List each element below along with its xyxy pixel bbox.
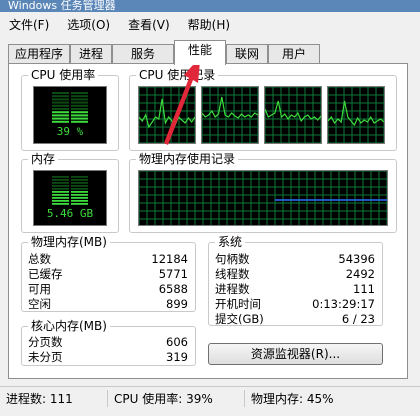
- tab-applications[interactable]: 应用程序: [8, 44, 70, 64]
- cpu-history-graph-3: [264, 86, 322, 144]
- memory-title: 内存: [28, 152, 59, 166]
- stat-row: 空闲 899: [28, 297, 188, 312]
- memory-meter: 5.46 GB: [33, 170, 107, 226]
- stat-row: 未分页 319: [28, 350, 188, 365]
- stat-value: 606: [166, 335, 188, 349]
- memory-history-title: 物理内存使用记录: [136, 152, 239, 166]
- physical-memory-group: 物理内存(MB) 总数 12184 已缓存 5771 可用 6588 空闲 899: [21, 235, 196, 312]
- cpu-usage-group: CPU 使用率 39 %: [21, 68, 119, 151]
- stat-row: 可用 6588: [28, 282, 188, 297]
- system-title: 系统: [215, 235, 246, 249]
- stat-row: 已缓存 5771: [28, 267, 188, 282]
- system-group: 系统 句柄数 54396 线程数 2492 进程数 111 开机时间 0:13:29:1…: [208, 235, 383, 327]
- stat-label: 已缓存: [28, 267, 63, 281]
- menu-bar: 文件(F) 选项(O) 查看(V) 帮助(H): [0, 14, 420, 34]
- memory-value: 5.46 GB: [46, 207, 94, 220]
- stat-label: 可用: [28, 282, 51, 296]
- stat-row: 进程数 111: [215, 282, 375, 297]
- stat-value: 5771: [158, 267, 188, 281]
- stat-value: 899: [166, 297, 188, 311]
- performance-panel: CPU 使用率 39 % CPU 使用记录 内存 5.46 GB 物理内存使用记…: [8, 63, 408, 379]
- stat-row: 线程数 2492: [215, 267, 375, 282]
- stat-label: 提交(GB): [215, 312, 264, 326]
- menu-options[interactable]: 选项(O): [58, 16, 119, 33]
- stat-value: 319: [166, 350, 188, 364]
- stat-label: 空闲: [28, 297, 51, 311]
- stat-value: 54396: [338, 252, 375, 266]
- cpu-usage-meter: 39 %: [33, 86, 107, 144]
- cpu-usage-title: CPU 使用率: [28, 68, 99, 82]
- stat-label: 总数: [28, 252, 51, 266]
- stat-row: 开机时间 0:13:29:17: [215, 297, 375, 312]
- system-stats: 句柄数 54396 线程数 2492 进程数 111 开机时间 0:13:29:17 提…: [215, 252, 375, 327]
- cpu-history-graph-2: [201, 86, 259, 144]
- cpu-history-group: CPU 使用记录: [129, 68, 397, 151]
- stat-label: 开机时间: [215, 297, 261, 311]
- stat-label: 线程数: [215, 267, 250, 281]
- kernel-memory-title: 核心内存(MB): [28, 319, 110, 333]
- tab-services[interactable]: 服务: [112, 44, 174, 64]
- menu-file[interactable]: 文件(F): [0, 16, 58, 33]
- physical-memory-title: 物理内存(MB): [28, 235, 110, 249]
- status-process-count: 进程数: 111: [0, 389, 108, 407]
- stat-value: 6 / 23: [341, 312, 375, 326]
- stat-value: 0:13:29:17: [312, 297, 375, 311]
- tab-strip: 应用程序 进程 服务 性能 联网 用户: [8, 40, 408, 65]
- stat-value: 6588: [158, 282, 188, 296]
- kernel-memory-group: 核心内存(MB) 分页数 606 未分页 319: [21, 319, 196, 366]
- stat-row: 提交(GB) 6 / 23: [215, 312, 375, 327]
- cpu-history-graph-1: [138, 86, 196, 144]
- tab-networking[interactable]: 联网: [226, 44, 268, 64]
- stat-label: 未分页: [28, 350, 63, 364]
- status-physical-memory: 物理内存: 45%: [251, 391, 334, 406]
- window-title: Windows 任务管理器: [0, 0, 420, 12]
- memory-history-graph: [138, 170, 388, 226]
- cpu-history-title: CPU 使用记录: [136, 68, 219, 82]
- memory-group: 内存 5.46 GB: [21, 152, 119, 233]
- cpu-history-graph-4: [327, 86, 385, 144]
- stat-label: 进程数: [215, 282, 250, 296]
- kernel-memory-stats: 分页数 606 未分页 319: [28, 335, 188, 365]
- memory-history-group: 物理内存使用记录: [129, 152, 397, 233]
- tab-performance[interactable]: 性能: [174, 40, 226, 65]
- stat-value: 2492: [345, 267, 375, 281]
- status-bar: 进程数: 111 CPU 使用率: 39% 物理内存: 45%: [0, 386, 420, 409]
- stat-label: 句柄数: [215, 252, 250, 266]
- stat-value: 111: [353, 282, 375, 296]
- stat-row: 句柄数 54396: [215, 252, 375, 267]
- tab-processes[interactable]: 进程: [70, 44, 112, 64]
- cpu-usage-value: 39 %: [56, 125, 84, 138]
- stat-row: 分页数 606: [28, 335, 188, 350]
- physical-memory-stats: 总数 12184 已缓存 5771 可用 6588 空闲 899: [28, 252, 188, 312]
- menu-view[interactable]: 查看(V): [119, 16, 179, 33]
- resource-monitor-button[interactable]: 资源监视器(R)...: [208, 343, 383, 365]
- stat-value: 12184: [151, 252, 188, 266]
- tab-users[interactable]: 用户: [268, 44, 320, 64]
- menu-help[interactable]: 帮助(H): [179, 16, 239, 33]
- status-cpu-usage: CPU 使用率: 39%: [108, 389, 245, 407]
- stat-label: 分页数: [28, 335, 63, 349]
- stat-row: 总数 12184: [28, 252, 188, 267]
